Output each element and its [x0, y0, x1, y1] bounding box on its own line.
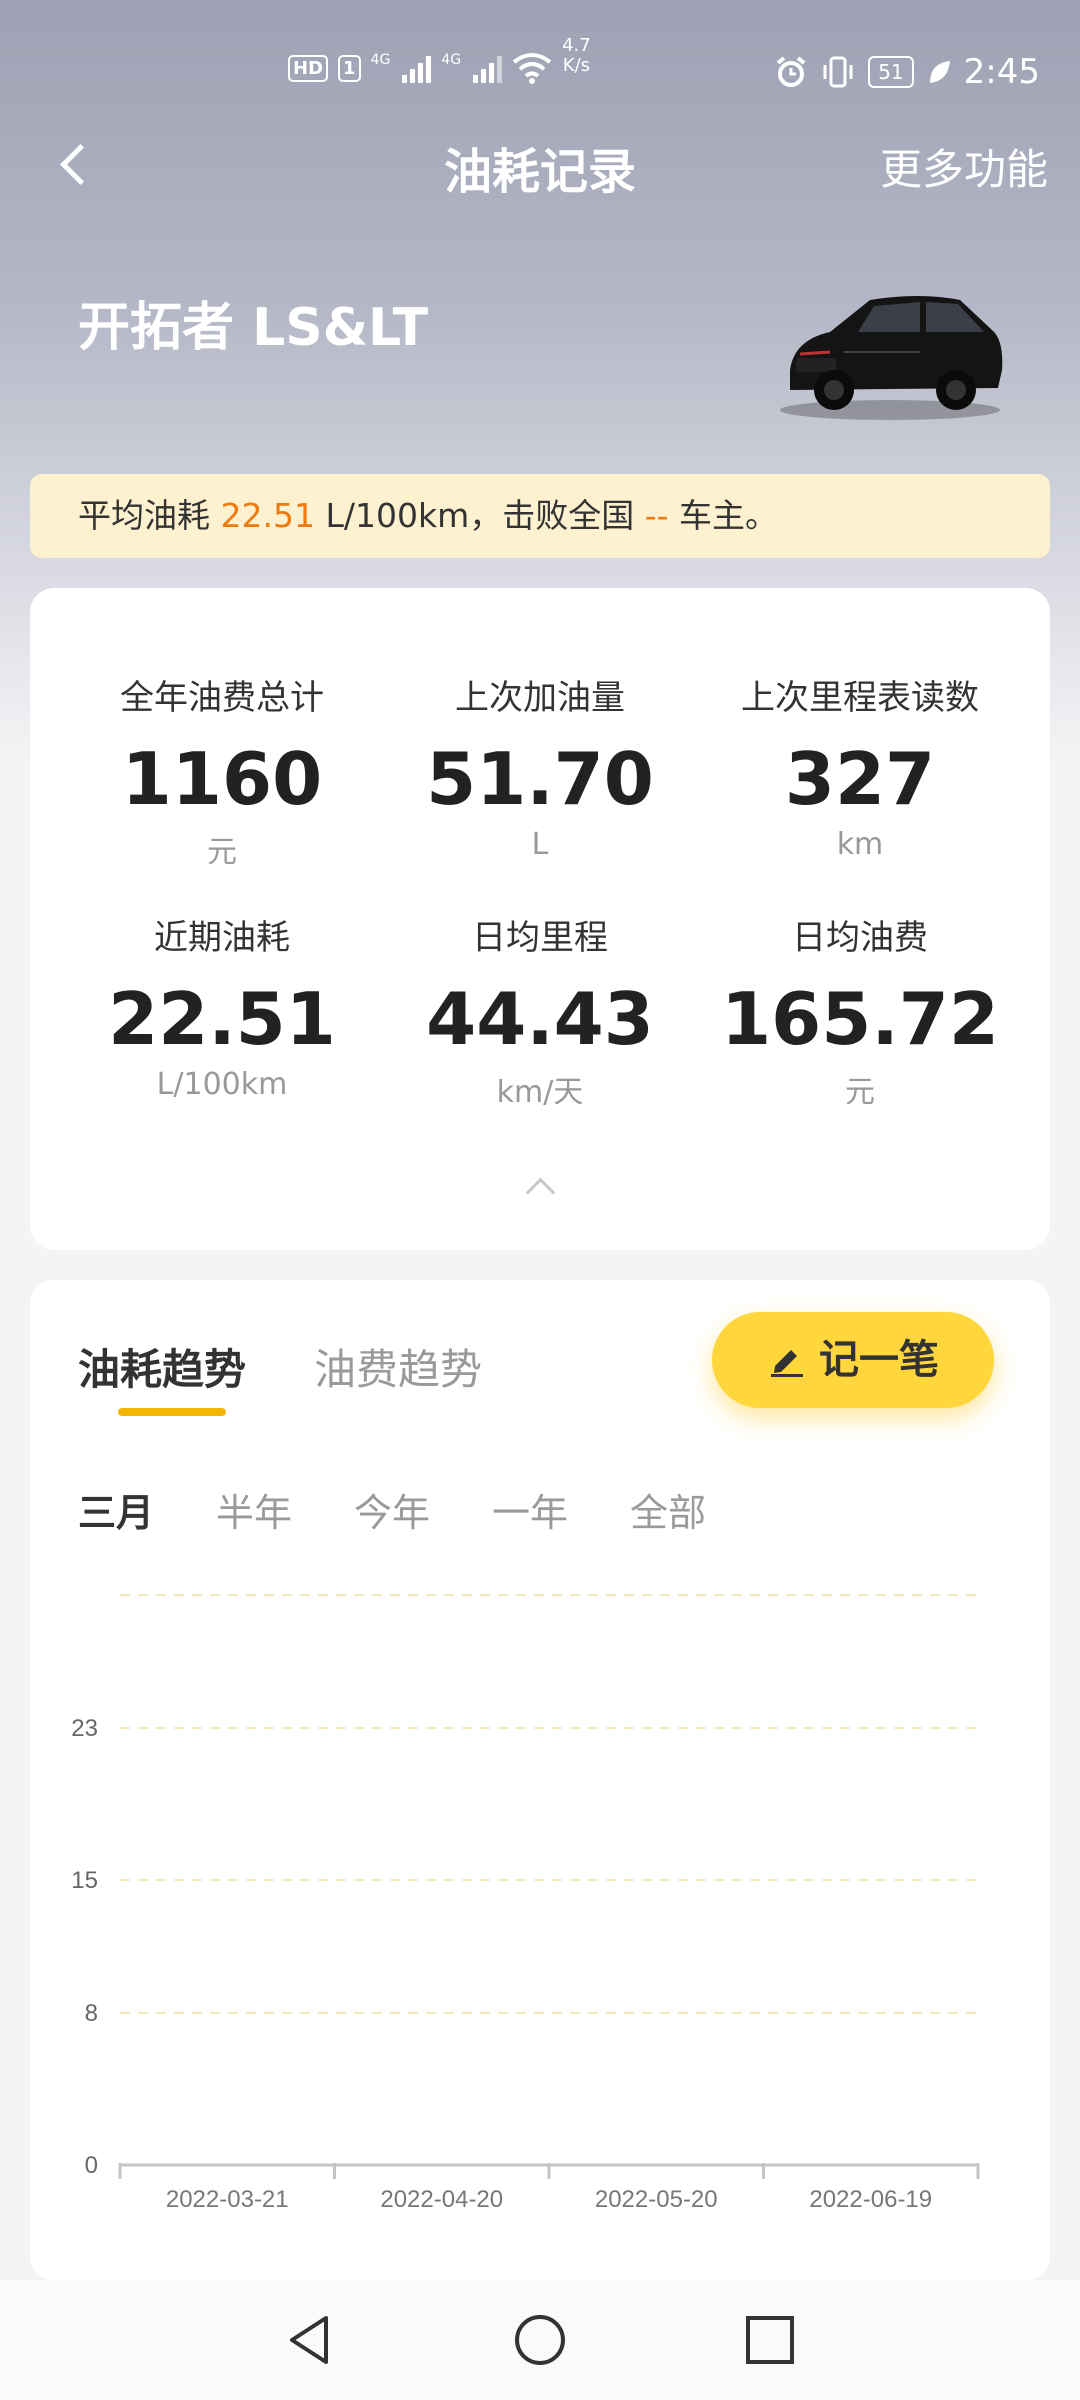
- tab-fuel-consumption-trend[interactable]: 油耗趋势: [78, 1336, 246, 1397]
- sim-badge: 1: [338, 54, 361, 82]
- net-speed: 4.7 K/s: [562, 36, 591, 76]
- stat-last-odometer: 上次里程表读数 327 km: [695, 670, 1025, 862]
- stat-unit: km/天: [496, 1075, 584, 1110]
- alarm-icon: [776, 56, 806, 87]
- pencil-icon: [771, 1350, 803, 1377]
- stat-label: 日均油费: [792, 918, 928, 958]
- top-nav: 油耗记录 更多功能: [0, 120, 1080, 210]
- wifi-icon: [512, 53, 552, 84]
- average-consumption-banner: 平均油耗 22.51 L/100km，击败全国 -- 车主。: [30, 474, 1050, 558]
- stat-label: 全年油费总计: [120, 678, 324, 718]
- net-speed-unit: K/s: [562, 55, 591, 76]
- collapse-chevron-up-icon[interactable]: [522, 1172, 558, 1202]
- stat-unit: 元: [207, 835, 237, 870]
- add-record-label: 记一笔: [819, 1337, 939, 1383]
- stat-unit: km: [836, 827, 884, 862]
- range-this-year[interactable]: 今年: [354, 1482, 430, 1537]
- range-half-year[interactable]: 半年: [216, 1482, 292, 1537]
- status-left: HD 1 4G 4G 4.7 K/s: [288, 36, 591, 84]
- back-triangle-icon[interactable]: [280, 2310, 340, 2370]
- more-functions-button[interactable]: 更多功能: [880, 136, 1048, 197]
- active-tab-indicator: [118, 1408, 226, 1416]
- signal-2-label: 4G: [441, 52, 462, 68]
- signal-2-icon: [473, 53, 503, 83]
- banner-rank: --: [644, 496, 669, 535]
- car-model-name: 开拓者 LS&LT: [78, 298, 429, 358]
- stat-label: 日均里程: [472, 918, 608, 958]
- home-circle-icon[interactable]: [510, 2310, 570, 2370]
- stat-daily-mileage: 日均里程 44.43 km/天: [375, 910, 705, 1111]
- stat-last-refuel-amount: 上次加油量 51.70 L: [375, 670, 705, 862]
- stat-recent-consumption: 近期油耗 22.51 L/100km: [57, 910, 387, 1102]
- stat-value: 51.70: [426, 737, 654, 821]
- battery-indicator: 51: [868, 56, 914, 88]
- stat-value: 327: [784, 737, 936, 821]
- stat-label: 上次里程表读数: [741, 678, 979, 718]
- range-three-months[interactable]: 三月: [78, 1482, 154, 1537]
- stat-daily-fuel-cost: 日均油费 165.72 元: [695, 910, 1025, 1111]
- stats-card: 全年油费总计 1160 元 上次加油量 51.70 L 上次里程表读数 327 …: [30, 588, 1050, 1250]
- stat-label: 上次加油量: [455, 678, 625, 718]
- hd-badge: HD: [288, 54, 329, 82]
- leaf-icon: [929, 61, 950, 83]
- signal-1-icon: [402, 53, 432, 83]
- banner-middle: L/100km，击败全国: [314, 496, 645, 535]
- banner-suffix: 车主。: [668, 496, 779, 535]
- banner-prefix: 平均油耗: [78, 496, 221, 535]
- stat-label: 近期油耗: [154, 918, 290, 958]
- add-record-button[interactable]: 记一笔: [712, 1312, 994, 1408]
- stat-unit: L: [531, 827, 549, 862]
- status-right: 51 2:45: [774, 52, 1040, 92]
- tab-fuel-cost-trend[interactable]: 油费趋势: [314, 1336, 482, 1397]
- recents-square-icon[interactable]: [740, 2310, 800, 2370]
- stat-unit: 元: [845, 1075, 875, 1110]
- range-all[interactable]: 全部: [630, 1482, 706, 1537]
- net-speed-value: 4.7: [562, 35, 591, 56]
- clock: 2:45: [963, 52, 1040, 92]
- status-bar: HD 1 4G 4G 4.7 K/s 51 2:45: [0, 0, 1080, 110]
- banner-average-value: 22.51: [220, 496, 315, 535]
- vibrate-icon: [823, 56, 853, 88]
- signal-1-label: 4G: [370, 52, 391, 68]
- range-one-year[interactable]: 一年: [492, 1482, 568, 1537]
- stat-value: 44.43: [426, 977, 654, 1061]
- stat-value: 165.72: [721, 977, 999, 1061]
- trend-card: 油耗趋势 油费趋势 记一笔 三月 半年 今年 一年 全部: [30, 1280, 1050, 2280]
- system-navigation-bar: [0, 2280, 1080, 2400]
- stat-unit: L/100km: [156, 1067, 288, 1102]
- stat-value: 1160: [121, 737, 323, 821]
- car-image: [780, 296, 1003, 420]
- stat-value: 22.51: [108, 977, 336, 1061]
- stat-annual-fuel-cost: 全年油费总计 1160 元: [57, 670, 387, 871]
